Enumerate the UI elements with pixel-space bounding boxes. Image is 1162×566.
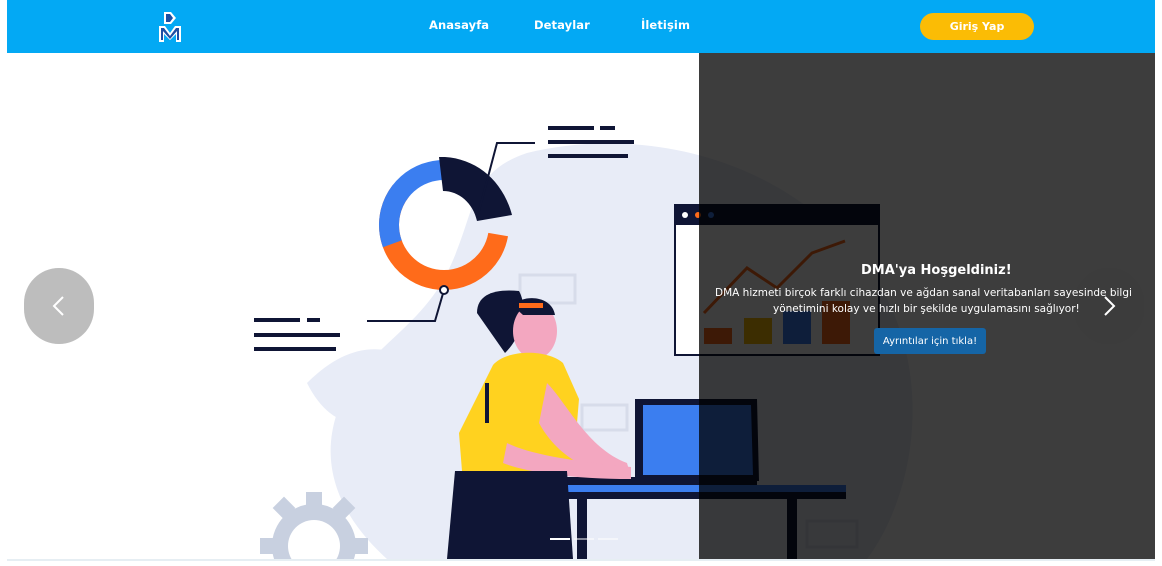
details-button[interactable]: Ayrıntılar için tıkla! xyxy=(874,328,986,354)
page: Anasayfa Detaylar İletişim Giriş Yap DMA… xyxy=(0,0,1162,566)
login-button[interactable]: Giriş Yap xyxy=(920,13,1034,40)
divider xyxy=(7,559,1155,561)
caption-title: DMA'ya Hoşgeldiniz! xyxy=(861,263,1012,278)
carousel-indicators xyxy=(550,538,618,540)
hero-carousel: DMA'ya Hoşgeldiniz! DMA hizmeti birçok f… xyxy=(7,53,1155,559)
carousel-next-button[interactable] xyxy=(1074,268,1144,344)
nav-link-details[interactable]: Detaylar xyxy=(534,18,590,32)
chevron-left-icon xyxy=(52,296,64,316)
carousel-indicator-2[interactable] xyxy=(574,538,594,540)
carousel-indicator-3[interactable] xyxy=(598,538,618,540)
carousel-indicator-1[interactable] xyxy=(550,538,570,540)
dma-logo-icon[interactable] xyxy=(155,10,185,44)
nav-link-contact[interactable]: İletişim xyxy=(641,18,690,32)
caption-text-line2: yönetimini kolay ve hızlı bir şekilde uy… xyxy=(773,303,1080,315)
caption-text-line1: DMA hizmeti birçok farklı cihazdan ve ağ… xyxy=(715,287,1132,299)
carousel-prev-button[interactable] xyxy=(24,268,94,344)
nav-link-home[interactable]: Anasayfa xyxy=(429,18,489,32)
navbar: Anasayfa Detaylar İletişim Giriş Yap xyxy=(7,0,1155,53)
